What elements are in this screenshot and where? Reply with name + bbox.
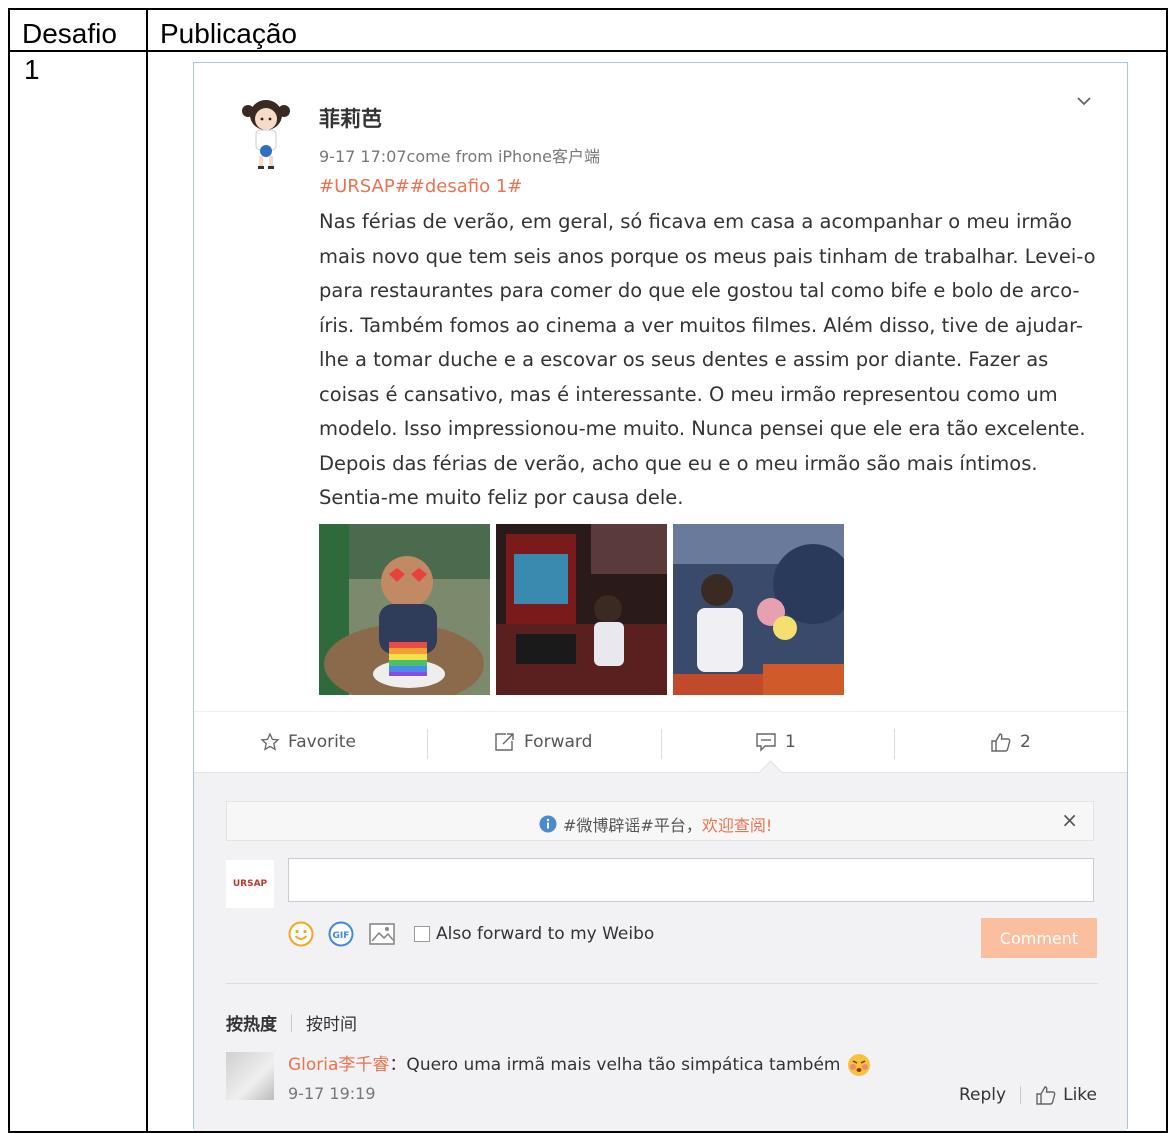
favorite-button[interactable]: Favorite [260, 712, 356, 772]
action-divider [427, 729, 428, 759]
post-line: lhe a tomar duche e a escovar os seus de… [319, 348, 1049, 371]
star-icon [260, 732, 280, 751]
reply-button[interactable]: Reply [959, 1085, 1006, 1105]
comment-text: ：Quero uma irmã mais velha tão simpática… [389, 1055, 841, 1075]
emoji-icon[interactable] [288, 921, 314, 947]
forward-label: Forward [524, 732, 593, 752]
forward-option-label[interactable]: Also forward to my Weibo [436, 924, 654, 944]
notice-bar: #微博辟谣#平台， 欢迎查阅! × [226, 801, 1094, 841]
notice-link[interactable]: 欢迎查阅! [702, 812, 772, 836]
post-line: modelo. Isso impressionou-me muito. Nunc… [319, 417, 1086, 440]
post-hashtags[interactable]: #URSAP##desafio 1# [319, 176, 522, 197]
forward-checkbox[interactable] [414, 926, 430, 942]
comment-sort: 按热度 按时间 [226, 1010, 357, 1035]
notice-text: #微博辟谣#平台， 欢迎查阅! [539, 812, 772, 836]
weibo-post-card: 菲莉芭 9-17 17:07come from iPhone客户端 #URSAP… [193, 62, 1128, 1131]
comment-action-divider [1020, 1086, 1022, 1104]
like-button[interactable]: 2 [990, 712, 1031, 772]
comment-icon [756, 733, 776, 752]
comment-like-button[interactable]: Like [1063, 1085, 1097, 1105]
comment-divider [226, 983, 1098, 984]
post-line: mais novo que tem seis anos porque os me… [319, 244, 1096, 268]
notice-tag[interactable]: #微博辟谣#平台， [563, 812, 702, 836]
header-publicacao: Publicação [146, 8, 1168, 52]
comment-count: 1 [785, 732, 796, 752]
sort-by-hot[interactable]: 按热度 [226, 1010, 277, 1035]
photo-cake[interactable] [319, 524, 490, 695]
sort-divider [291, 1013, 292, 1032]
post-meta: 9-17 17:07come from iPhone客户端 [319, 143, 600, 167]
photo-arcade[interactable] [496, 524, 667, 695]
post-body: Nas férias de verão, em geral, só ficava… [319, 205, 1099, 516]
info-icon [539, 815, 557, 833]
commenter-name[interactable]: Gloria李千睿 [288, 1055, 389, 1075]
action-divider [661, 729, 662, 759]
svg-text:GIF: GIF [333, 931, 350, 941]
photo-claw-machine[interactable] [673, 524, 844, 695]
my-avatar[interactable]: URSAP [226, 860, 274, 908]
comment-input[interactable] [288, 858, 1094, 902]
close-icon[interactable]: × [1061, 808, 1078, 832]
post-line: Sentia-me muito feliz por causa dele. [319, 486, 684, 509]
image-icon[interactable] [368, 922, 396, 946]
chevron-down-icon[interactable] [1076, 93, 1092, 109]
sort-by-time[interactable]: 按时间 [306, 1010, 357, 1035]
gif-icon[interactable]: GIF [328, 921, 354, 947]
favorite-label: Favorite [288, 732, 356, 752]
author-avatar[interactable] [236, 93, 296, 173]
comment-time: 9-17 19:19 [288, 1084, 376, 1103]
action-divider [894, 729, 895, 759]
my-avatar-logo: URSAP [232, 879, 268, 889]
post-source: come from iPhone客户端 [406, 147, 600, 166]
commenter-avatar[interactable] [226, 1052, 274, 1100]
like-count: 2 [1020, 732, 1031, 752]
thumbs-up-icon [991, 733, 1011, 752]
blushing-emoji-icon [847, 1054, 870, 1076]
header-desafio: Desafio [8, 8, 148, 52]
comment-count-button[interactable]: 1 [755, 712, 796, 772]
comment-area: #微博辟谣#平台， 欢迎查阅! × URSAP GIF Also forward… [194, 760, 1127, 1131]
post-time[interactable]: 9-17 17:07 [319, 147, 407, 166]
post-line: Depois das férias de verão, acho que eu … [319, 451, 1038, 475]
thumbs-up-icon[interactable] [1035, 1085, 1057, 1105]
post-action-bar: Favorite Forward 1 2 [194, 711, 1127, 772]
post-line: íris. Também fomos ao cinema a ver muito… [319, 313, 1083, 337]
comment-actions: Reply Like [959, 1085, 1097, 1105]
post-line: para restaurantes para comer do que ele … [319, 279, 1080, 302]
row-number: 1 [8, 50, 148, 1133]
comment-tools: GIF Also forward to my Weibo [288, 919, 654, 949]
comment-line: Gloria李千睿：Quero uma irmã mais velha tão … [288, 1050, 872, 1077]
author-avatar-image [242, 100, 290, 169]
post-line: coisas é cansativo, mas é interessante. … [319, 382, 1058, 406]
post-line: Nas férias de verão, em geral, só ficava… [319, 210, 1072, 233]
author-name[interactable]: 菲莉芭 [319, 103, 382, 133]
forward-button[interactable]: Forward [494, 712, 592, 772]
forward-icon [495, 733, 514, 751]
comment-submit-button[interactable]: Comment [981, 918, 1097, 958]
